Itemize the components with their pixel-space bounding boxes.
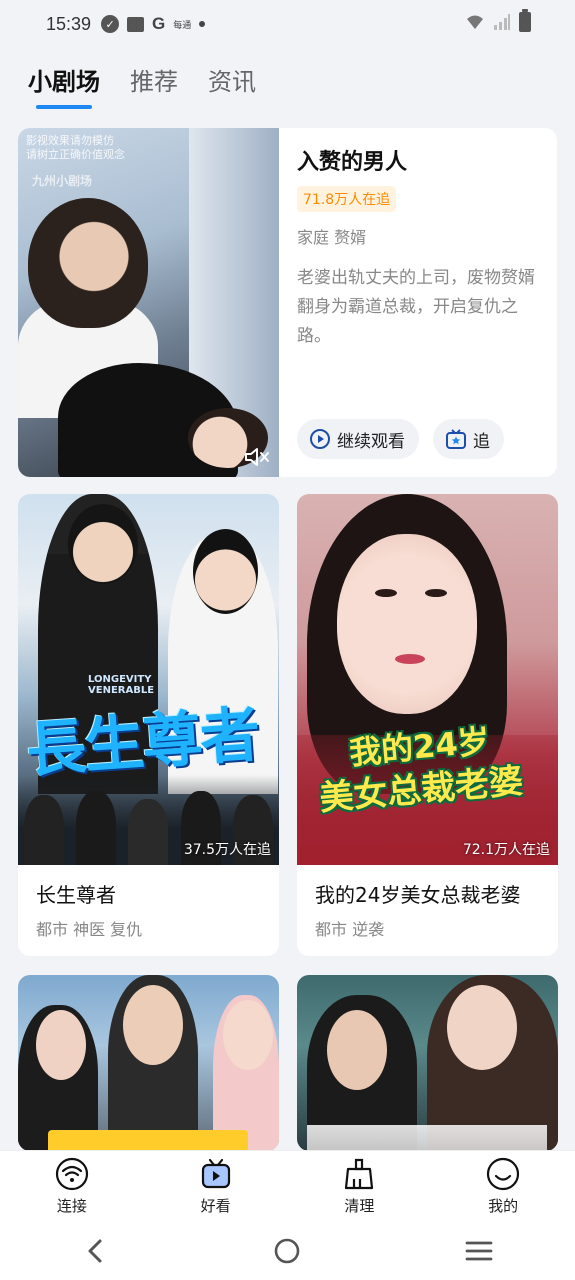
home-button[interactable] bbox=[257, 1231, 317, 1271]
mute-icon[interactable] bbox=[243, 445, 271, 469]
status-small-text: 每通 bbox=[173, 20, 192, 31]
tab-news[interactable]: 资讯 bbox=[208, 62, 256, 109]
card-followers: 72.1万人在追 bbox=[462, 842, 550, 858]
status-bar: 15:39 ✓ G 每通 bbox=[0, 0, 575, 48]
play-circle-icon bbox=[310, 429, 330, 449]
nav-item-clean[interactable]: 清理 bbox=[309, 1157, 409, 1216]
nav-label-me: 我的 bbox=[488, 1197, 519, 1215]
poster-title: 長生尊者 bbox=[24, 699, 261, 786]
drama-poster[interactable]: 我的24岁 美女总裁老婆 72.1万人在追 bbox=[297, 494, 558, 865]
status-right bbox=[465, 9, 531, 32]
signal-icon bbox=[494, 14, 510, 30]
back-icon bbox=[88, 1239, 102, 1263]
battery-icon bbox=[519, 9, 531, 32]
nav-label-clean: 清理 bbox=[344, 1197, 375, 1215]
card-tags: 都市 神医 复仇 bbox=[36, 920, 143, 939]
nav-item-connect[interactable]: 连接 bbox=[22, 1157, 122, 1216]
featured-card[interactable]: 影视效果请勿模仿 请树立正确价值观念 九州小剧场 入赘的男人 71.8万人在追 … bbox=[18, 128, 557, 477]
featured-video-thumbnail[interactable]: 影视效果请勿模仿 请树立正确价值观念 九州小剧场 bbox=[18, 128, 279, 477]
tab-short-drama[interactable]: 小剧场 bbox=[28, 62, 100, 109]
drama-poster[interactable] bbox=[297, 975, 558, 1151]
status-time: 15:39 bbox=[46, 13, 92, 34]
tv-icon bbox=[201, 1158, 230, 1189]
menu-button[interactable] bbox=[449, 1231, 509, 1271]
featured-tags: 家庭 赘婿 bbox=[297, 228, 367, 247]
tab-recommend[interactable]: 推荐 bbox=[130, 62, 178, 109]
card-title[interactable]: 我的24岁美女总裁老婆 bbox=[297, 865, 558, 916]
nav-item-me[interactable]: 我的 bbox=[453, 1157, 553, 1216]
drama-card[interactable] bbox=[18, 975, 279, 1151]
featured-actions: 继续观看 追 bbox=[297, 419, 504, 459]
check-icon: ✓ bbox=[101, 15, 120, 33]
followers-badge: 71.8万人在追 bbox=[297, 186, 397, 212]
drama-poster[interactable]: LONGEVITY VENERABLE 長生尊者 37.5万人在追 bbox=[18, 494, 279, 865]
system-navigation bbox=[0, 1222, 575, 1280]
broom-icon bbox=[345, 1158, 374, 1190]
menu-icon bbox=[465, 1241, 493, 1261]
featured-title[interactable]: 入赘的男人 bbox=[297, 144, 539, 176]
drama-card[interactable] bbox=[297, 975, 558, 1151]
bottom-navigation: 连接 好看 清理 我的 bbox=[0, 1150, 575, 1222]
featured-info: 入赘的男人 71.8万人在追 家庭 赘婿 老婆出轨丈夫的上司，废物赘婿翻身为霸道… bbox=[279, 128, 557, 477]
brand-watermark: 九州小剧场 bbox=[32, 174, 93, 188]
more-dot-icon bbox=[199, 21, 206, 27]
drama-card[interactable]: 我的24岁 美女总裁老婆 72.1万人在追 我的24岁美女总裁老婆 都市 逆袭 bbox=[297, 494, 558, 956]
wifi-status-icon bbox=[467, 15, 483, 29]
continue-watching-button[interactable]: 继续观看 bbox=[297, 419, 419, 459]
featured-description: 老婆出轨丈夫的上司，废物赘婿翻身为霸道总裁，开启复仇之路。 bbox=[297, 268, 535, 346]
top-tabs: 小剧场 推荐 资讯 bbox=[28, 62, 256, 109]
follow-label: 追 bbox=[473, 431, 490, 452]
nav-label-connect: 连接 bbox=[56, 1197, 87, 1215]
drama-card[interactable]: LONGEVITY VENERABLE 長生尊者 37.5万人在追 长生尊者 都… bbox=[18, 494, 279, 956]
back-button[interactable] bbox=[66, 1231, 126, 1271]
notification-icons: ✓ G 每通 bbox=[101, 14, 206, 34]
card-tags: 都市 逆袭 bbox=[315, 920, 385, 939]
card-title[interactable]: 长生尊者 bbox=[18, 865, 279, 916]
card-followers: 37.5万人在追 bbox=[183, 842, 271, 858]
follow-button[interactable]: 追 bbox=[433, 419, 504, 459]
smile-icon bbox=[487, 1157, 520, 1191]
drama-poster[interactable] bbox=[18, 975, 279, 1151]
continue-watching-label: 继续观看 bbox=[337, 431, 405, 452]
wifi-icon bbox=[55, 1157, 88, 1191]
nav-item-watch[interactable]: 好看 bbox=[166, 1157, 266, 1216]
mail-icon bbox=[127, 16, 145, 32]
nav-label-watch: 好看 bbox=[200, 1197, 231, 1215]
star-tv-icon bbox=[446, 429, 466, 449]
google-icon: G bbox=[152, 14, 166, 33]
home-circle-icon bbox=[275, 1238, 300, 1264]
video-watermark: 影视效果请勿模仿 请树立正确价值观念 bbox=[26, 134, 125, 161]
